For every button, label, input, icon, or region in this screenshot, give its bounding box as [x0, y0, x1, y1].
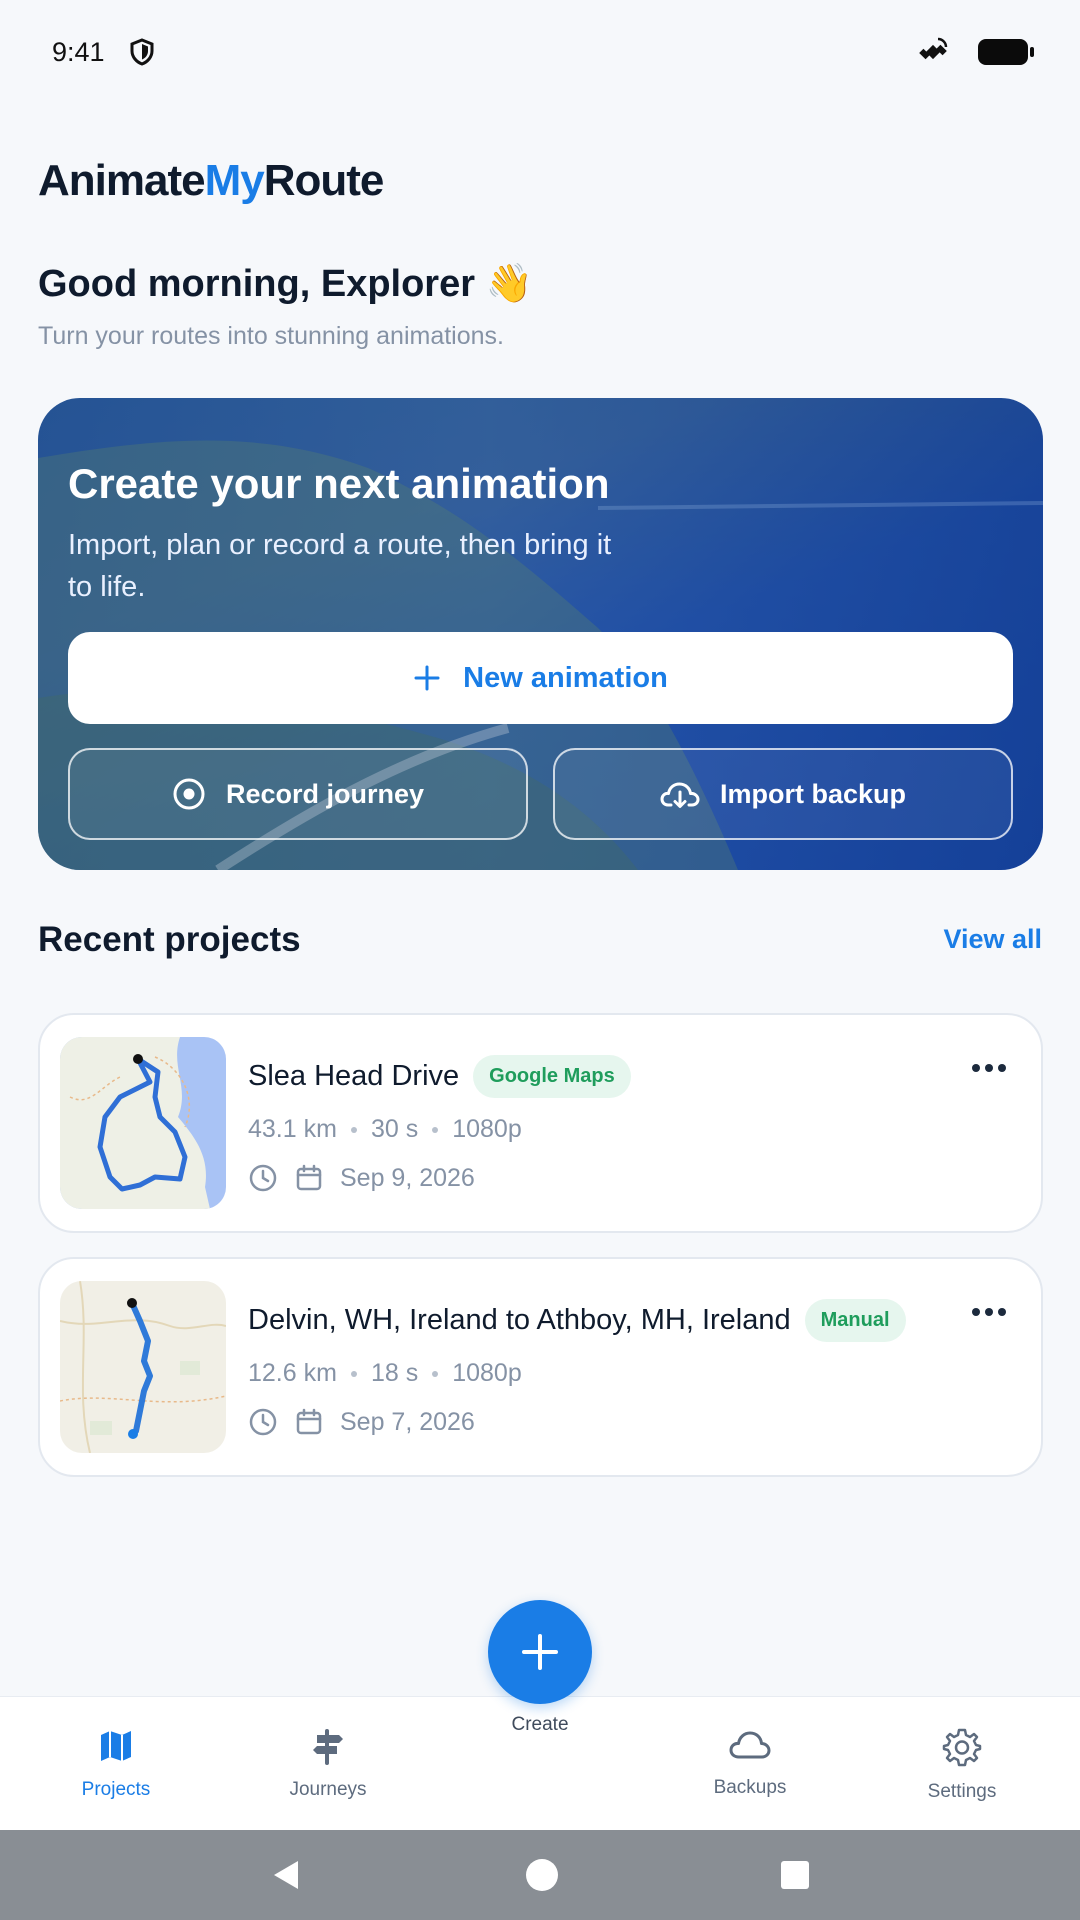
clock-icon	[249, 1408, 277, 1436]
more-options-button[interactable]	[965, 1297, 1013, 1327]
new-animation-button[interactable]: New animation	[68, 632, 1013, 724]
project-duration: 18 s	[370, 1359, 419, 1387]
view-all-link[interactable]: View all	[943, 924, 1042, 955]
cloud-icon	[729, 1731, 771, 1759]
project-meta: 12.6 km 18 s 1080p	[248, 1359, 522, 1388]
project-thumbnail	[60, 1037, 226, 1209]
greeting-title: Good morning, Explorer 👋	[38, 263, 533, 305]
satellite-icon	[919, 37, 948, 60]
app-name-part3: Route	[263, 156, 385, 205]
recent-projects-title: Recent projects	[38, 920, 301, 959]
import-backup-button[interactable]: Import backup	[553, 748, 1013, 840]
app-name-part1: Animate	[38, 156, 206, 205]
record-journey-button[interactable]: Record journey	[68, 748, 528, 840]
project-source-badge: Google Maps	[473, 1055, 631, 1098]
project-date-row: Sep 9, 2026	[248, 1163, 475, 1193]
gear-icon	[942, 1728, 982, 1767]
status-time: 9:41	[52, 36, 105, 67]
more-dot	[972, 1308, 980, 1316]
route-map-thumbnail	[60, 1281, 226, 1453]
import-backup-label: Import backup	[719, 778, 907, 809]
more-dot	[972, 1064, 980, 1072]
shield-icon	[130, 38, 154, 66]
route-map-thumbnail	[60, 1037, 226, 1209]
nav-tab-backups[interactable]: Backups	[650, 1697, 850, 1831]
project-distance: 12.6 km	[248, 1359, 337, 1387]
status-right	[918, 37, 1034, 67]
project-title: Slea Head Drive	[248, 1060, 460, 1092]
project-thumbnail	[60, 1281, 226, 1453]
nav-tab-journeys[interactable]: Journeys	[228, 1697, 428, 1831]
more-dot	[985, 1308, 993, 1316]
more-dot	[998, 1064, 1006, 1072]
signpost-icon	[313, 1729, 343, 1765]
project-date-row: Sep 7, 2026	[248, 1407, 475, 1437]
project-resolution: 1080p	[452, 1359, 522, 1387]
calendar-icon	[296, 1408, 322, 1435]
create-fab-button[interactable]	[488, 1600, 592, 1704]
nav-tab-settings[interactable]: Settings	[862, 1697, 1062, 1831]
hero-title: Create your next animation	[68, 460, 610, 507]
recents-icon[interactable]	[780, 1860, 810, 1890]
more-dot	[998, 1308, 1006, 1316]
app-name-part2: My	[204, 156, 265, 205]
plus-icon	[522, 1634, 558, 1670]
nav-label-create: Create	[511, 1714, 569, 1735]
system-navigation-bar	[0, 1830, 1080, 1920]
more-dot	[985, 1064, 993, 1072]
more-options-button[interactable]	[965, 1053, 1013, 1083]
separator-dot	[432, 1126, 439, 1133]
separator-dot	[432, 1370, 439, 1377]
project-meta: 43.1 km 30 s 1080p	[248, 1115, 522, 1144]
project-resolution: 1080p	[452, 1115, 522, 1143]
nav-tab-create[interactable]: Create	[440, 1600, 640, 1810]
nav-label-settings: Settings	[927, 1781, 997, 1802]
project-source-badge: Manual	[804, 1299, 906, 1342]
project-date: Sep 7, 2026	[340, 1407, 475, 1436]
project-card[interactable]: Slea Head Drive Google Maps 43.1 km 30 s…	[38, 1013, 1043, 1233]
separator-dot	[350, 1370, 357, 1377]
nav-label-journeys: Journeys	[289, 1779, 367, 1800]
record-icon	[173, 778, 205, 810]
battery-icon	[978, 39, 1034, 65]
cloud-download-icon	[660, 782, 700, 808]
record-journey-label: Record journey	[225, 778, 425, 809]
new-animation-label: New animation	[463, 661, 668, 694]
home-icon[interactable]	[525, 1858, 559, 1892]
calendar-icon	[296, 1164, 322, 1191]
project-duration: 30 s	[370, 1115, 419, 1143]
project-card[interactable]: Delvin, WH, Ireland to Athboy, MH, Irela…	[38, 1257, 1043, 1477]
back-icon[interactable]	[270, 1858, 304, 1892]
project-date: Sep 9, 2026	[340, 1163, 475, 1192]
status-left: 9:41	[52, 37, 155, 68]
status-bar: 9:41	[0, 0, 1080, 104]
hero-card: Create your next animation Import, plan …	[38, 398, 1043, 870]
nav-label-backups: Backups	[713, 1777, 787, 1798]
project-title: Delvin, WH, Ireland to Athboy, MH, Irela…	[248, 1304, 791, 1336]
plus-icon	[414, 665, 440, 691]
map-icon	[101, 1731, 131, 1761]
hero-description: Import, plan or record a route, then bri…	[68, 529, 612, 603]
project-distance: 43.1 km	[248, 1115, 337, 1143]
clock-icon	[249, 1164, 277, 1192]
project-title-row: Delvin, WH, Ireland to Athboy, MH, Irela…	[248, 1299, 906, 1342]
nav-tab-projects[interactable]: Projects	[16, 1697, 216, 1831]
nav-label-projects: Projects	[81, 1779, 151, 1800]
separator-dot	[350, 1126, 357, 1133]
greeting-subtitle: Turn your routes into stunning animation…	[38, 322, 504, 350]
app-logo: AnimateMyRoute	[38, 156, 385, 206]
project-title-row: Slea Head Drive Google Maps	[248, 1055, 631, 1098]
